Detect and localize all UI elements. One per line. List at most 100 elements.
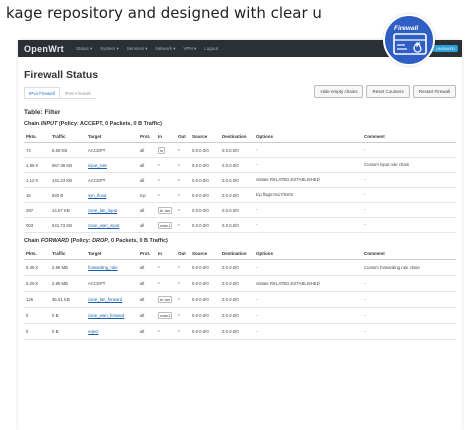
table-cell: 0.0.0.0/0	[220, 172, 254, 188]
table-cell: -	[254, 259, 362, 276]
table-cell: Custom input rule chain	[362, 157, 456, 173]
nav-logout[interactable]: Logout	[204, 46, 218, 51]
table-cell: -	[362, 275, 456, 292]
table-cell: Custom forwarding rule chain	[362, 259, 456, 276]
chain-forward-title: Chain FORWARD (Policy: DROP, 0 Packets, …	[24, 238, 456, 244]
column-header-destination: Destination	[220, 131, 254, 143]
table-row: 003 541.73 KB zone_wan_input all wlan1 * 0.0.0…	[24, 217, 456, 233]
target-chain-link[interactable]: zone_lan_forward	[88, 297, 122, 302]
brand-logo[interactable]: OpenWrt	[24, 44, 64, 54]
table-cell: -	[254, 307, 362, 324]
column-header-in: In	[156, 131, 176, 143]
tab-ipv6-firewall[interactable]: IPv6 Firewall	[60, 87, 96, 98]
column-header-out: Out	[176, 131, 190, 143]
column-header-options: Options	[254, 131, 362, 143]
table-cell: 15	[24, 187, 50, 203]
table-cell: 0.0.0.0/0	[190, 259, 220, 276]
target-chain-link[interactable]: syn_flood	[88, 193, 106, 198]
table-cell: -	[362, 217, 456, 233]
column-header-target: Target	[86, 131, 138, 143]
table-cell: 2.98 MB	[50, 259, 86, 276]
column-header-prot: Prot.	[138, 248, 156, 260]
table-cell: 36.01 KB	[50, 291, 86, 308]
chain-input-suffix: (Policy: ACCEPT, 0 Packets, 0 B Traffic)	[57, 121, 162, 127]
tab-ipv4-firewall[interactable]: IPv4 Firewall	[24, 87, 60, 98]
table-cell: 5.36 K	[24, 259, 50, 276]
table-cell: zone_wan_input	[86, 217, 138, 233]
table-cell: all	[138, 291, 156, 308]
nav-system[interactable]: System ▾	[100, 46, 119, 52]
table-cell: -	[254, 157, 362, 173]
table-cell: -	[362, 172, 456, 188]
table-cell: -	[362, 291, 456, 308]
nav-status[interactable]: Status ▾	[76, 46, 92, 52]
table-cell: *	[176, 259, 190, 276]
table-cell: ctstate RELATED,ESTABLISHED	[254, 172, 362, 188]
table-cell: *	[156, 323, 176, 340]
table-cell: *	[176, 172, 190, 188]
table-cell: *	[156, 187, 176, 203]
openwrt-window: OpenWrt Status ▾ System ▾ Services ▾ Net…	[18, 40, 462, 430]
column-header-comment: Comment	[362, 131, 456, 143]
table-cell: 0.0.0.0/0	[190, 157, 220, 173]
chain-input-title: Chain INPUT (Policy: ACCEPT, 0 Packets, …	[24, 121, 456, 127]
table-cell: 2.90 MB	[50, 275, 86, 292]
action-buttons: Hide empty chains Reset Counters Restart…	[314, 85, 456, 98]
column-header-out: Out	[176, 248, 190, 260]
table-cell: *	[156, 157, 176, 173]
table-cell: ctstate RELATED,ESTABLISHED	[254, 275, 362, 292]
table-row: 126 36.01 KB zone_lan_forward all br-lan * 0.0…	[24, 291, 456, 308]
target-chain-link[interactable]: forwarding_rule	[88, 265, 118, 270]
table-cell: 126	[24, 291, 50, 308]
table-cell: ACCEPT	[86, 142, 138, 158]
chain-forward-header-row: Pkts. Traffic Target Prot. In Out Source Destin…	[24, 248, 456, 260]
table-cell: *	[176, 323, 190, 340]
tabs-and-actions: IPv4 Firewall IPv6 Firewall Hide empty c…	[24, 85, 456, 99]
firewall-logo: Firewall	[383, 14, 435, 66]
target-chain-link[interactable]: reject	[88, 329, 99, 334]
nav-vpn[interactable]: VPN ▾	[184, 46, 197, 52]
column-header-pkts: Pkts.	[24, 248, 50, 260]
column-header-traffic: Traffic	[50, 248, 86, 260]
table-cell: -	[254, 217, 362, 233]
hide-empty-chains-button[interactable]: Hide empty chains	[314, 85, 364, 98]
nav-network[interactable]: Network ▾	[156, 46, 176, 52]
table-cell: *	[156, 172, 176, 188]
reset-counters-button[interactable]: Reset Counters	[366, 85, 410, 98]
chain-forward-policy: DROP	[92, 238, 108, 244]
restart-firewall-button[interactable]: Restart Firewall	[412, 85, 456, 98]
table-cell: br-lan	[156, 291, 176, 308]
table-cell: -	[254, 142, 362, 158]
target-chain-link[interactable]: zone_lan_input	[88, 208, 117, 213]
table-cell: 0.0.0.0/0	[220, 202, 254, 218]
tab-bar: IPv4 Firewall IPv6 Firewall	[24, 87, 96, 99]
table-cell: forwarding_rule	[86, 259, 138, 276]
chain-input-table: Pkts. Traffic Target Prot. In Out Source Destin…	[24, 131, 456, 233]
table-cell: all	[138, 259, 156, 276]
table-cell: lo	[156, 142, 176, 158]
table-cell: 541.73 KB	[50, 217, 86, 233]
table-cell: 0 B	[50, 307, 86, 324]
table-cell: 14.57 KB	[50, 202, 86, 218]
table-cell: -	[254, 291, 362, 308]
table-cell: 74	[24, 142, 50, 158]
chain-input-rows: 74 5.69 KB ACCEPT all lo * 0.0.0.0/0 0.0.0.0/0-…	[24, 142, 456, 233]
table-cell: 0.0.0.0/0	[220, 259, 254, 276]
table-cell: *	[156, 275, 176, 292]
interface-badge: br-lan	[158, 206, 173, 214]
target-chain-link[interactable]: input_rule	[88, 163, 107, 168]
table-row: 1.12 K 141.23 KB ACCEPT all * * 0.0.0.0/0 0.0.0…	[24, 172, 456, 188]
unsaved-badge[interactable]: UNSAVED	[432, 45, 458, 52]
table-cell: 0.0.0.0/0	[220, 217, 254, 233]
nav-services[interactable]: Services ▾	[127, 46, 148, 52]
main-content: Firewall Status IPv4 Firewall IPv6 Firew…	[18, 57, 462, 340]
table-cell: 0	[24, 307, 50, 324]
table-cell: 0.0.0.0/0	[220, 323, 254, 340]
table-cell: all	[138, 142, 156, 158]
target-chain-link[interactable]: zone_wan_input	[88, 223, 119, 228]
table-cell: 1.86 K	[24, 157, 50, 173]
target-chain-link[interactable]: zone_wan_forward	[88, 313, 124, 318]
logo-label: Firewall	[394, 25, 419, 32]
column-header-target: Target	[86, 248, 138, 260]
table-cell: -	[362, 323, 456, 340]
